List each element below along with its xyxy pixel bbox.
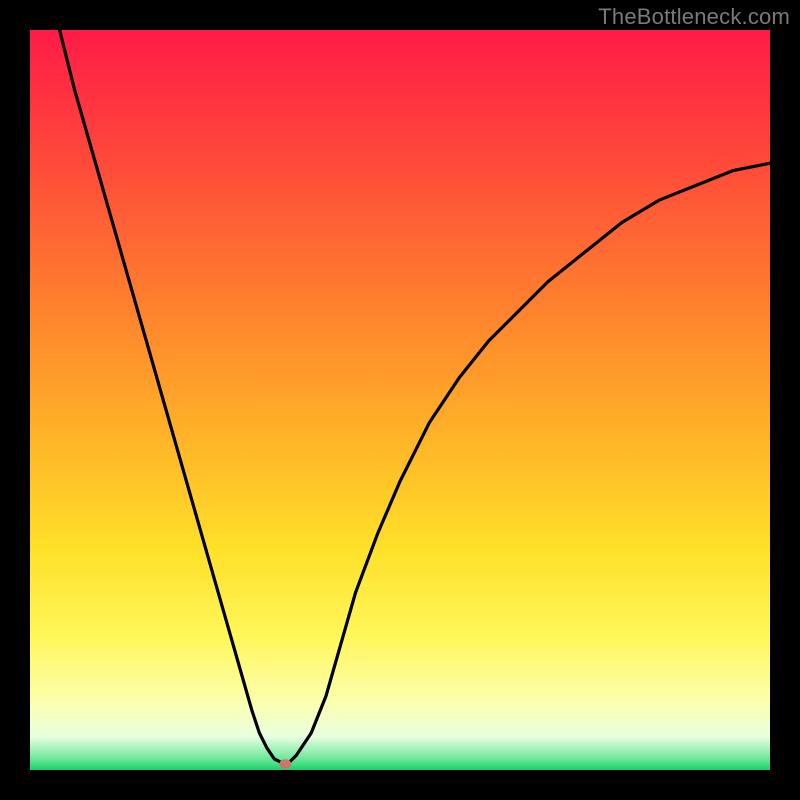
optimal-point-marker [279, 759, 291, 769]
gradient-background [30, 30, 770, 770]
plot-area [30, 30, 770, 770]
chart-container: TheBottleneck.com [0, 0, 800, 800]
chart-svg [30, 30, 770, 770]
watermark-text: TheBottleneck.com [598, 4, 790, 30]
